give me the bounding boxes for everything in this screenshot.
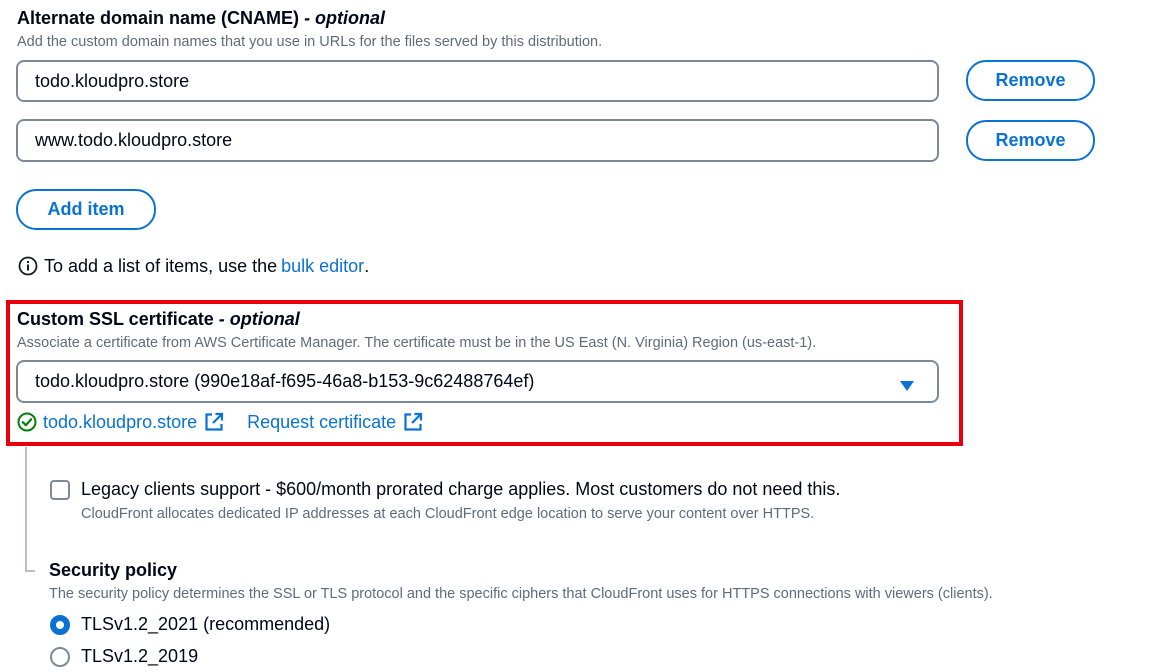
tree-line-horizontal xyxy=(25,570,35,572)
security-policy-title: Security policy xyxy=(49,560,178,580)
caret-down-icon xyxy=(899,376,915,391)
certificate-select-value: todo.kloudpro.store (990e18af-f695-46a8-… xyxy=(35,371,535,391)
cname-input-1[interactable] xyxy=(16,60,939,102)
external-link-icon[interactable] xyxy=(402,411,424,433)
bulk-hint-suffix: . xyxy=(364,255,370,276)
bulk-hint-text: To add a list of items, use the xyxy=(44,255,278,276)
cname-title: Alternate domain name (CNAME) xyxy=(17,8,300,28)
bulk-editor-hint: To add a list of items, use the bulk edi… xyxy=(17,255,369,277)
tree-line-vertical xyxy=(25,447,27,572)
tls-2021-radio[interactable] xyxy=(50,615,70,635)
cname-input-2[interactable] xyxy=(16,119,939,162)
tls-2019-label[interactable]: TLSv1.2_2019 xyxy=(81,646,198,667)
info-icon xyxy=(17,255,39,277)
check-circle-icon xyxy=(16,411,38,433)
cname-optional-tag: - optional xyxy=(304,8,386,28)
add-item-button[interactable]: Add item xyxy=(16,189,156,230)
ssl-title: Custom SSL certificate xyxy=(17,309,214,329)
certificate-links: todo.kloudpro.store Request certificate xyxy=(16,411,424,433)
cname-description: Add the custom domain names that you use… xyxy=(17,34,603,50)
ssl-description: Associate a certificate from AWS Certifi… xyxy=(17,335,817,351)
legacy-clients-description: CloudFront allocates dedicated IP addres… xyxy=(81,506,815,522)
request-certificate-link[interactable]: Request certificate xyxy=(247,412,396,433)
cname-label: Alternate domain name (CNAME) - optional xyxy=(17,8,385,29)
tls-2019-radio[interactable] xyxy=(50,647,70,667)
remove-button-2[interactable]: Remove xyxy=(966,120,1095,161)
external-link-icon[interactable] xyxy=(203,411,225,433)
legacy-clients-checkbox[interactable] xyxy=(50,480,70,500)
certificate-link[interactable]: todo.kloudpro.store xyxy=(43,412,197,433)
legacy-clients-label[interactable]: Legacy clients support - $600/month pror… xyxy=(81,479,840,500)
certificate-select[interactable]: todo.kloudpro.store (990e18af-f695-46a8-… xyxy=(16,360,939,403)
bulk-editor-link[interactable]: bulk editor xyxy=(281,256,364,277)
ssl-optional-tag: - optional xyxy=(218,309,300,329)
ssl-label: Custom SSL certificate - optional xyxy=(17,309,300,330)
remove-button-1[interactable]: Remove xyxy=(966,60,1095,101)
security-policy-description: The security policy determines the SSL o… xyxy=(49,586,993,602)
tls-2021-label[interactable]: TLSv1.2_2021 (recommended) xyxy=(81,614,330,635)
